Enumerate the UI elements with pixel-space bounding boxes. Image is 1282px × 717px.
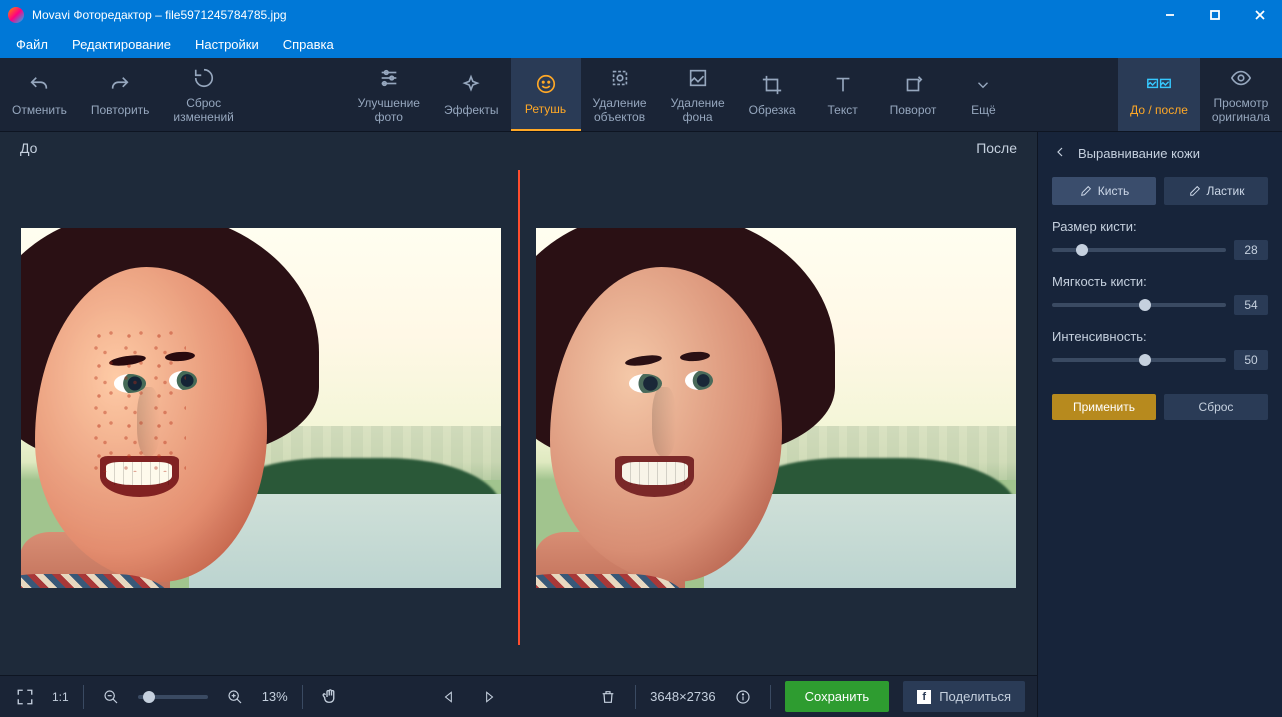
canvas-area: До После 1:1 13% xyxy=(0,132,1037,717)
retouch-panel: Выравнивание кожи Кисть Ластик Размер ки… xyxy=(1037,132,1282,717)
brush-softness-slider[interactable] xyxy=(1052,303,1226,307)
sparkle-icon xyxy=(459,73,483,97)
reset-changes-button[interactable]: Сброс изменений xyxy=(161,58,245,131)
menu-settings[interactable]: Настройки xyxy=(185,33,269,56)
window-title: Movavi Фоторедактор – file5971245784785.… xyxy=(32,8,1147,22)
delete-button[interactable] xyxy=(595,684,621,710)
menu-help[interactable]: Справка xyxy=(273,33,344,56)
erase-bg-icon xyxy=(686,66,710,90)
facebook-icon: f xyxy=(917,690,931,704)
share-button[interactable]: fПоделиться xyxy=(903,681,1025,712)
prev-button[interactable] xyxy=(436,684,462,710)
redo-icon xyxy=(108,73,132,97)
brush-size-slider[interactable] xyxy=(1052,248,1226,252)
minimize-button[interactable] xyxy=(1147,0,1192,30)
eye-icon xyxy=(1229,66,1253,90)
menu-file[interactable]: Файл xyxy=(6,33,58,56)
chevron-down-icon xyxy=(971,73,995,97)
before-after-container[interactable] xyxy=(0,160,1037,675)
brush-size-value[interactable]: 28 xyxy=(1234,240,1268,260)
zoom-slider[interactable] xyxy=(138,695,208,699)
main-toolbar: Отменить Повторить Сброс изменений Улучш… xyxy=(0,58,1282,132)
brush-size-label: Размер кисти: xyxy=(1052,219,1268,234)
crop-icon xyxy=(760,73,784,97)
before-label: До xyxy=(20,140,37,156)
brush-softness-value[interactable]: 54 xyxy=(1234,295,1268,315)
menu-bar: Файл Редактирование Настройки Справка xyxy=(0,30,1282,58)
text-button[interactable]: Текст xyxy=(808,58,878,131)
work-area: До После 1:1 13% xyxy=(0,132,1282,717)
zoom-out-button[interactable] xyxy=(98,684,124,710)
divider xyxy=(83,685,84,709)
divider xyxy=(770,685,771,709)
object-removal-button[interactable]: Удаление объектов xyxy=(581,58,659,131)
intensity-slider[interactable] xyxy=(1052,358,1226,362)
undo-icon xyxy=(27,73,51,97)
tool-tabs: Кисть Ластик xyxy=(1052,177,1268,205)
brush-tab[interactable]: Кисть xyxy=(1052,177,1156,205)
retouch-button[interactable]: Ретушь xyxy=(511,58,581,131)
erase-object-icon xyxy=(608,66,632,90)
eraser-icon xyxy=(1188,185,1201,198)
fullscreen-button[interactable] xyxy=(12,684,38,710)
zoom-value: 13% xyxy=(262,689,288,704)
back-icon[interactable] xyxy=(1052,144,1068,163)
save-button[interactable]: Сохранить xyxy=(785,681,890,712)
sliders-icon xyxy=(377,66,401,90)
brush-icon xyxy=(1079,185,1092,198)
after-image xyxy=(536,170,1018,645)
panel-title: Выравнивание кожи xyxy=(1078,146,1200,161)
brush-softness-label: Мягкость кисти: xyxy=(1052,274,1268,289)
image-dimensions: 3648×2736 xyxy=(650,689,715,704)
face-icon xyxy=(534,72,558,96)
divider xyxy=(302,685,303,709)
eraser-tab[interactable]: Ластик xyxy=(1164,177,1268,205)
intensity-value[interactable]: 50 xyxy=(1234,350,1268,370)
brush-size-row: Размер кисти: 28 xyxy=(1052,219,1268,260)
rotate-button[interactable]: Поворот xyxy=(878,58,949,131)
actual-size-button[interactable]: 1:1 xyxy=(52,684,69,710)
close-button[interactable] xyxy=(1237,0,1282,30)
divider xyxy=(635,685,636,709)
crop-button[interactable]: Обрезка xyxy=(737,58,808,131)
title-bar: Movavi Фоторедактор – file5971245784785.… xyxy=(0,0,1282,30)
pan-button[interactable] xyxy=(317,684,343,710)
info-button[interactable] xyxy=(730,684,756,710)
app-logo-icon xyxy=(8,7,24,23)
panel-header: Выравнивание кожи xyxy=(1052,144,1268,163)
before-after-header: До После xyxy=(0,132,1037,160)
more-button[interactable]: Ещё xyxy=(948,58,1018,131)
undo-button[interactable]: Отменить xyxy=(0,58,79,131)
menu-edit[interactable]: Редактирование xyxy=(62,33,181,56)
status-bar: 1:1 13% 3648×2736 Сохранить fПоделиться xyxy=(0,675,1037,717)
reset-icon xyxy=(192,66,216,90)
text-icon xyxy=(831,73,855,97)
compare-divider[interactable] xyxy=(518,170,520,645)
panel-actions: Применить Сброс xyxy=(1052,394,1268,420)
background-removal-button[interactable]: Удаление фона xyxy=(659,58,737,131)
redo-button[interactable]: Повторить xyxy=(79,58,162,131)
before-after-button[interactable]: До / после xyxy=(1118,58,1200,131)
panel-reset-button[interactable]: Сброс xyxy=(1164,394,1268,420)
after-label: После xyxy=(976,140,1017,156)
zoom-in-button[interactable] xyxy=(222,684,248,710)
maximize-button[interactable] xyxy=(1192,0,1237,30)
intensity-row: Интенсивность: 50 xyxy=(1052,329,1268,370)
before-image xyxy=(20,170,502,645)
rotate-icon xyxy=(901,73,925,97)
compare-icon xyxy=(1147,73,1171,97)
effects-button[interactable]: Эффекты xyxy=(432,58,511,131)
enhance-button[interactable]: Улучшение фото xyxy=(346,58,432,131)
view-original-button[interactable]: Просмотр оригинала xyxy=(1200,58,1282,131)
apply-button[interactable]: Применить xyxy=(1052,394,1156,420)
intensity-label: Интенсивность: xyxy=(1052,329,1268,344)
next-button[interactable] xyxy=(476,684,502,710)
brush-softness-row: Мягкость кисти: 54 xyxy=(1052,274,1268,315)
